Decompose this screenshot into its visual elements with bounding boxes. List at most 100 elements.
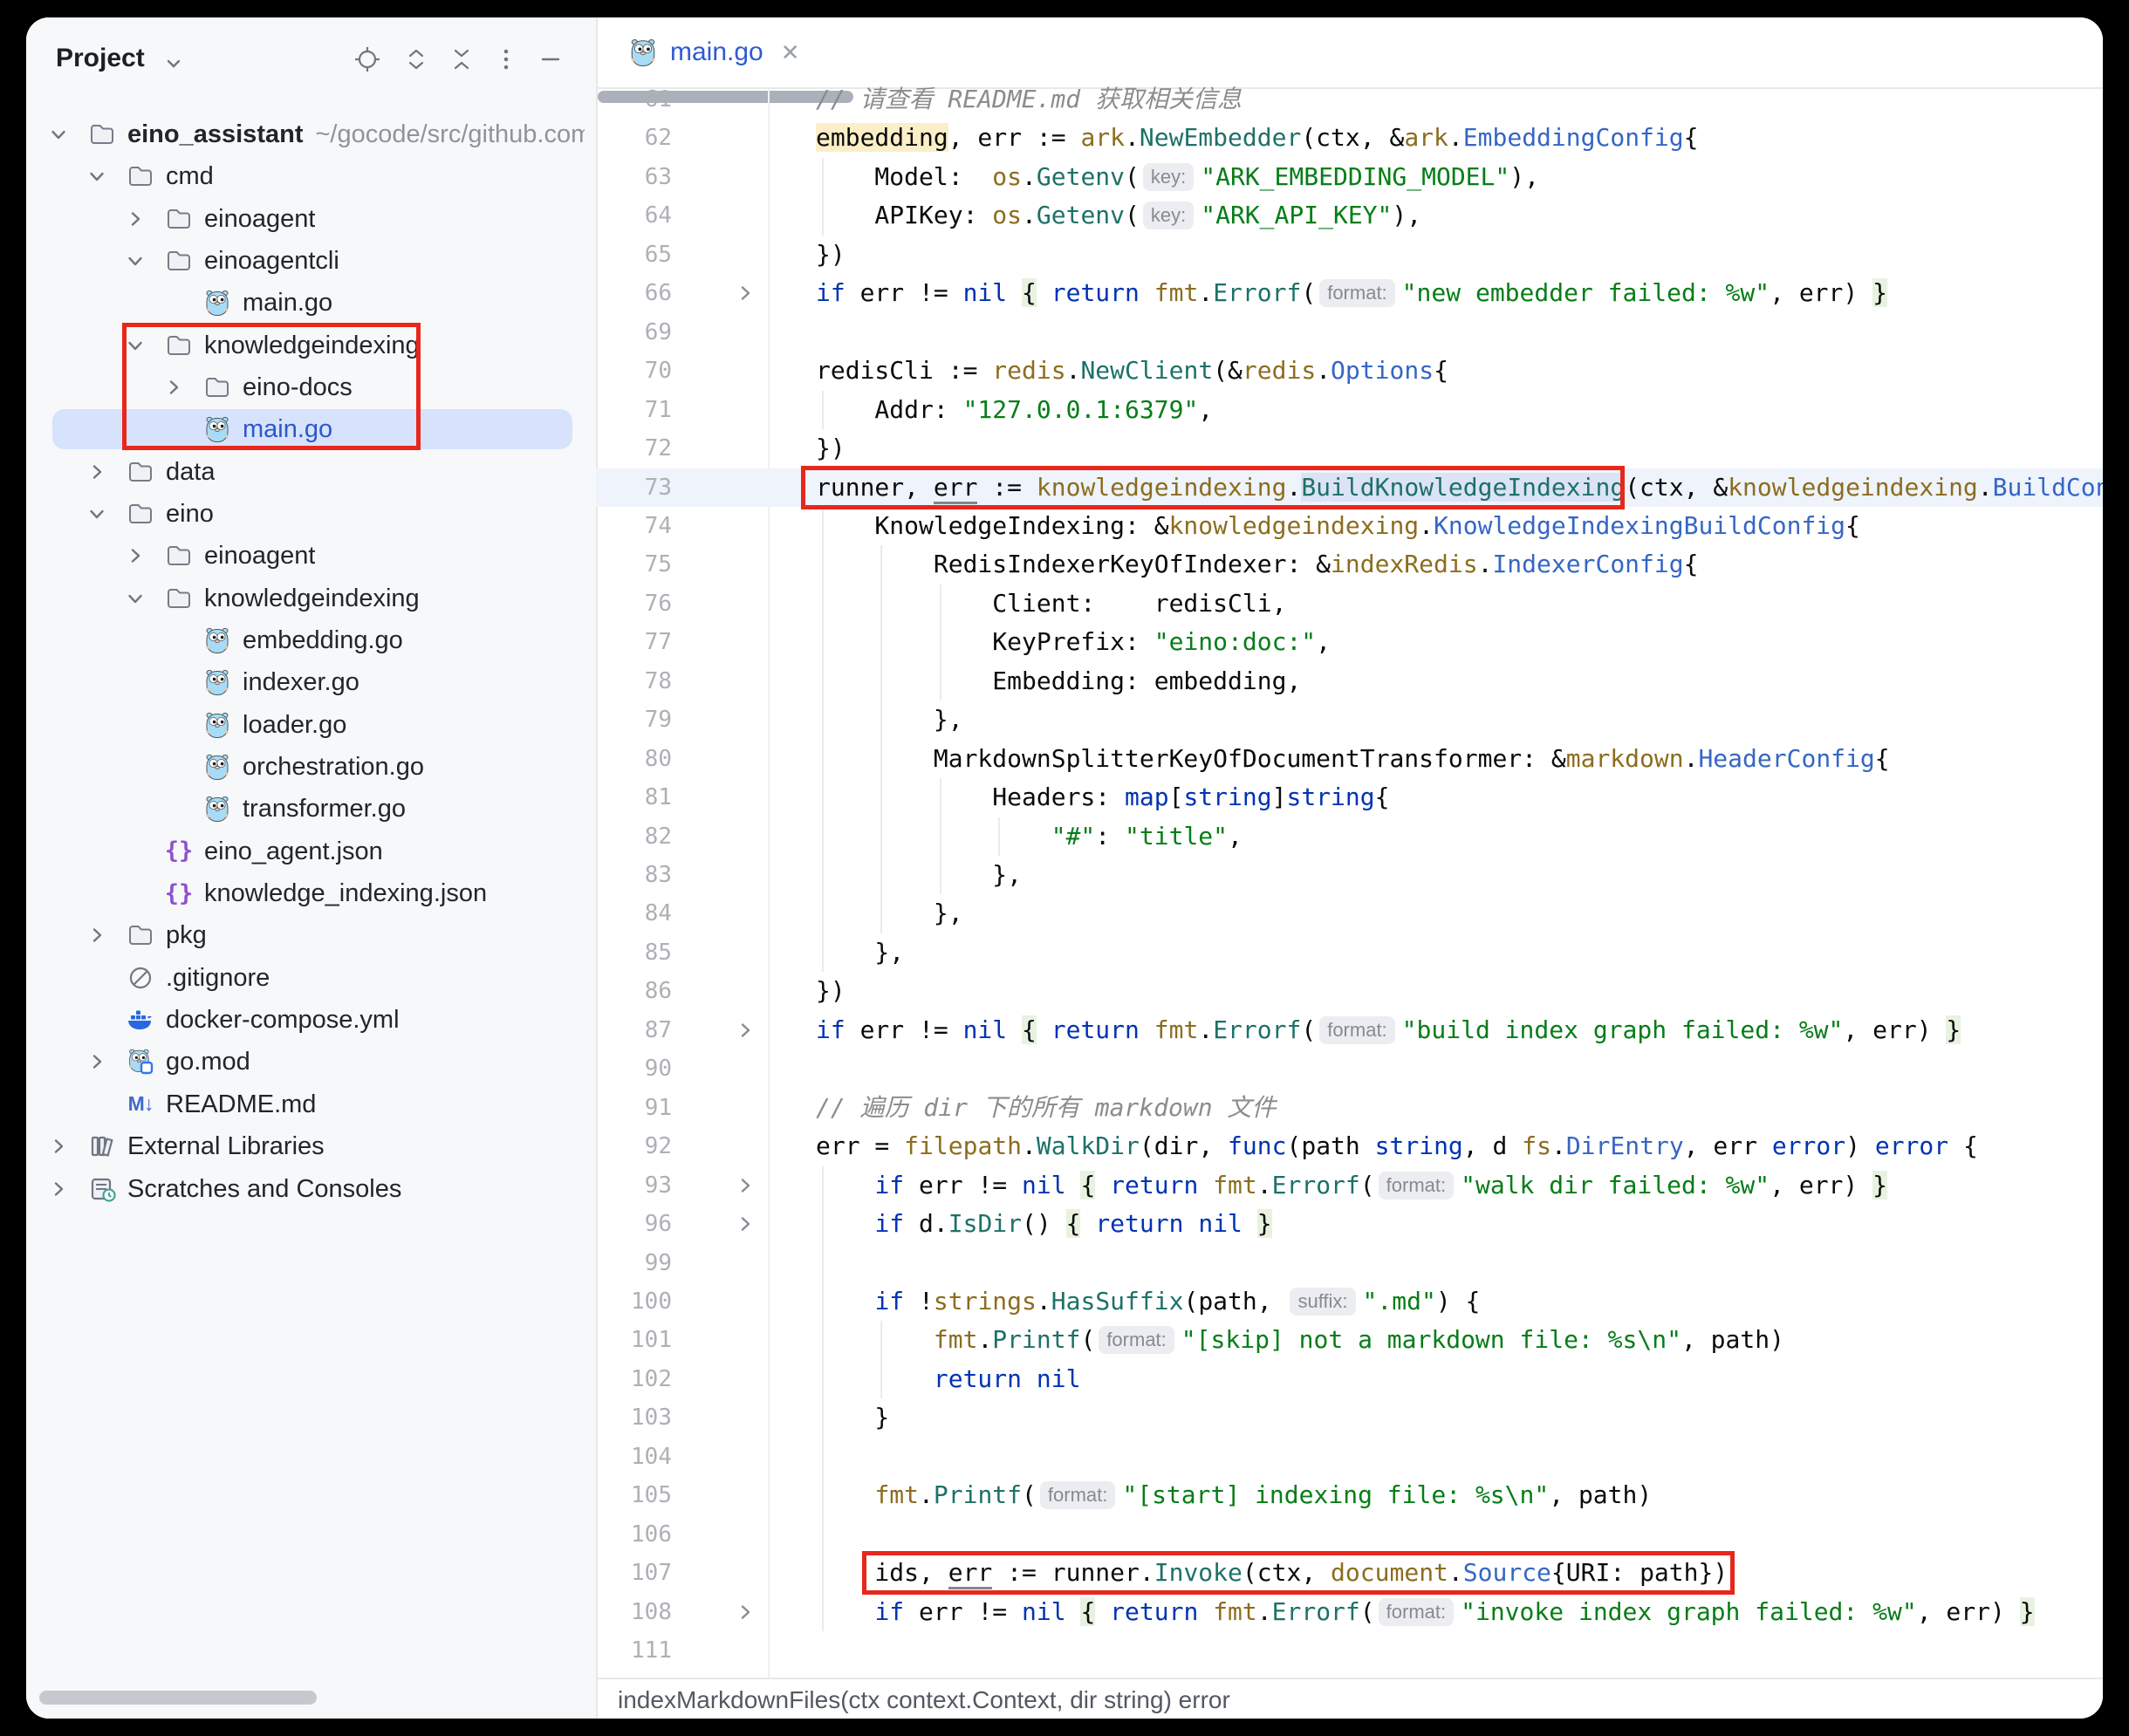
line-number: 92	[596, 1127, 672, 1165]
code-line-65[interactable]: 65})	[596, 236, 2103, 274]
line-number: 111	[596, 1631, 672, 1670]
code-text: })	[816, 972, 845, 1010]
code-line-111[interactable]: 111	[596, 1631, 2103, 1670]
line-number: 104	[596, 1438, 672, 1476]
code-text: APIKey: os.Getenv(key:"ARK_API_KEY"),	[816, 196, 1421, 235]
annotation-box-knowledgeindexing-folder-group	[122, 323, 421, 450]
line-number: 106	[596, 1515, 672, 1554]
code-line-72[interactable]: 72})	[596, 429, 2103, 468]
code-line-86[interactable]: 86})	[596, 972, 2103, 1010]
line-number: 85	[596, 933, 672, 972]
code-text: if err != nil { return fmt.Errorf(format…	[816, 274, 1887, 312]
indent-guide	[998, 817, 1000, 856]
inlay-hint: format:	[1099, 1326, 1174, 1354]
code-line-92[interactable]: 92err = filepath.WalkDir(dir, func(path …	[596, 1127, 2103, 1165]
code-text: })	[816, 236, 845, 274]
ide-window: Project eino_assistant~/gocode/src/githu…	[26, 17, 2103, 1719]
code-line-61[interactable]: 61 // 请查看 README.md 获取相关信息	[596, 80, 2103, 119]
indent-guide	[822, 507, 824, 972]
indent-guide	[880, 1321, 882, 1398]
inlay-hint: format:	[1040, 1481, 1115, 1509]
line-number: 72	[596, 429, 672, 468]
project-panel-horizontal-scrollbar[interactable]	[39, 1691, 317, 1705]
line-number: 103	[596, 1398, 672, 1437]
line-number: 61	[596, 80, 672, 119]
code-text: KnowledgeIndexing: &knowledgeindexing.Kn…	[816, 507, 1860, 545]
code-text: if err != nil { return fmt.Errorf(format…	[816, 1011, 1961, 1049]
code-text: fmt.Printf(format:"[start] indexing file…	[816, 1476, 1652, 1514]
code-text: redisCli := redis.NewClient(&redis.Optio…	[816, 352, 1448, 390]
line-number: 75	[596, 545, 672, 584]
inlay-hint: suffix:	[1290, 1288, 1355, 1316]
code-text: fmt.Printf(format:"[skip] not a markdown…	[816, 1321, 1784, 1359]
code-text: // 遍历 dir 下的所有 markdown 文件	[816, 1089, 1276, 1127]
code-text: Addr: "127.0.0.1:6379",	[816, 391, 1213, 429]
code-text: KeyPrefix: "eino:doc:",	[816, 623, 1331, 661]
line-number: 102	[596, 1360, 672, 1398]
line-number: 82	[596, 817, 672, 856]
indent-guide	[940, 778, 941, 894]
line-number: 62	[596, 119, 672, 157]
line-number: 84	[596, 894, 672, 933]
code-text: if err != nil { return fmt.Errorf(format…	[816, 1593, 2035, 1631]
code-line-87[interactable]: 87 if err != nil { return fmt.Errorf(form…	[596, 1011, 2103, 1049]
fold-arrow-icon[interactable]	[736, 1603, 755, 1622]
line-number: 73	[596, 468, 672, 507]
code-text: },	[816, 933, 904, 972]
code-text: Model: os.Getenv(key:"ARK_EMBEDDING_MODE…	[816, 158, 1539, 196]
line-number: 66	[596, 274, 672, 312]
code-line-62[interactable]: 62 embedding, err := ark.NewEmbedder(ctx,…	[596, 119, 2103, 157]
indent-guide	[822, 158, 824, 236]
line-number: 99	[596, 1244, 672, 1282]
code-text: MarkdownSplitterKeyOfDocumentTransformer…	[816, 740, 1890, 778]
fold-arrow-icon[interactable]	[736, 1176, 755, 1195]
inlay-hint: key:	[1143, 163, 1194, 191]
line-number: 64	[596, 196, 672, 235]
line-number: 65	[596, 236, 672, 274]
fold-arrow-icon[interactable]	[736, 1021, 755, 1040]
code-line-66[interactable]: 66 if err != nil { return fmt.Errorf(form…	[596, 274, 2103, 312]
code-text: },	[816, 894, 963, 933]
code-text: })	[816, 429, 845, 468]
line-number: 63	[596, 158, 672, 196]
indent-guide	[822, 391, 824, 429]
line-number: 71	[596, 391, 672, 429]
inlay-hint: format:	[1379, 1172, 1454, 1199]
line-number: 96	[596, 1205, 672, 1243]
line-number: 107	[596, 1554, 672, 1592]
annotation-box-build-knowledge-indexing-call	[801, 466, 1625, 509]
line-number: 70	[596, 352, 672, 390]
indent-guide	[822, 1166, 824, 1631]
line-number: 83	[596, 856, 672, 894]
code-text: }	[816, 1398, 889, 1437]
line-number: 101	[596, 1321, 672, 1359]
line-number: 69	[596, 313, 672, 352]
line-number: 93	[596, 1166, 672, 1205]
fold-arrow-icon[interactable]	[736, 1214, 755, 1234]
inlay-hint: format:	[1319, 1016, 1394, 1044]
code-text: if !strings.HasSuffix(path, suffix:".md"…	[816, 1282, 1480, 1321]
code-text: Embedding: embedding,	[816, 662, 1301, 701]
code-text: embedding, err := ark.NewEmbedder(ctx, &…	[816, 119, 1699, 157]
code-editor[interactable]: 61 // 请查看 README.md 获取相关信息 62 embedding, er…	[26, 17, 2103, 1719]
code-text: // 请查看 README.md 获取相关信息	[816, 80, 1242, 119]
line-number: 74	[596, 507, 672, 545]
indent-guide	[940, 584, 941, 701]
code-line-90[interactable]: 90	[596, 1049, 2103, 1088]
inlay-hint: format:	[1379, 1598, 1454, 1626]
code-line-70[interactable]: 70 redisCli := redis.NewClient(&redis.Opt…	[596, 352, 2103, 390]
line-number: 80	[596, 740, 672, 778]
code-text: Client: redisCli,	[816, 584, 1286, 623]
code-line-91[interactable]: 91// 遍历 dir 下的所有 markdown 文件	[596, 1089, 2103, 1127]
code-line-69[interactable]: 69	[596, 313, 2103, 352]
code-text: RedisIndexerKeyOfIndexer: &indexRedis.In…	[816, 545, 1698, 584]
line-number: 77	[596, 623, 672, 661]
fold-arrow-icon[interactable]	[736, 284, 755, 303]
code-text: Headers: map[string]string{	[816, 778, 1389, 817]
inlay-hint: format:	[1319, 279, 1394, 307]
line-number: 100	[596, 1282, 672, 1321]
status-bar: indexMarkdownFiles(ctx context.Context, …	[598, 1678, 2103, 1719]
status-bar-context-info: indexMarkdownFiles(ctx context.Context, …	[618, 1686, 1230, 1714]
indent-guide	[880, 545, 882, 933]
line-number: 87	[596, 1011, 672, 1049]
